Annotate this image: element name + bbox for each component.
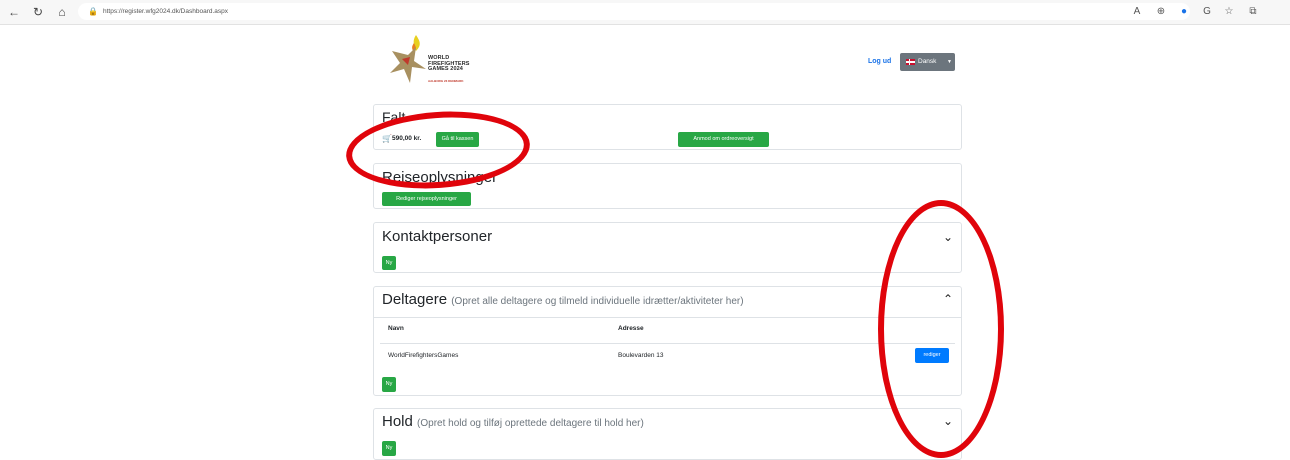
collections-icon[interactable]: ⧉ [1246,5,1260,19]
wfg-logo: WORLD FIREFIGHTERS GAMES 2024 AALBORG 23… [386,33,501,85]
back-icon[interactable]: ← [6,4,22,20]
participant-name: WorldFirefightersGames [388,352,459,359]
address-url: https://register.wfg2024.dk/Dashboard.as… [103,8,229,15]
logout-link[interactable]: Log ud [868,58,891,65]
extension-icon[interactable]: ● [1177,5,1191,19]
contacts-card: Kontaktpersoner ⌄ Ny [373,222,962,273]
participants-title: Deltagere [382,291,448,308]
translate-icon[interactable]: ⊕ [1154,5,1168,19]
danish-flag-icon [906,59,915,65]
edit-travel-button[interactable]: Rediger rejseoplysninger [382,192,471,206]
home-icon[interactable]: ⌂ [54,4,70,20]
language-label: Dansk [918,58,937,65]
refresh-extension-icon[interactable]: G [1200,5,1214,19]
request-overview-button[interactable]: Anmod om ordreoversigt [678,132,769,147]
favorites-icon[interactable]: ☆ [1222,5,1236,19]
new-participant-button[interactable]: Ny [382,377,396,392]
logo-wordmark: WORLD FIREFIGHTERS GAMES 2024 [428,55,470,73]
logo-tagline: AALBORG 23 DENMARK [428,79,464,83]
teams-card: Hold (Opret hold og tilføj oprettede del… [373,408,962,460]
new-team-button[interactable]: Ny [382,441,396,456]
divider [380,343,955,344]
new-contact-button[interactable]: Ny [382,256,396,270]
lock-icon: 🔒 [88,7,98,16]
column-header-address: Adresse [618,325,644,332]
teams-heading: Hold (Opret hold og tilføj oprettede del… [382,413,644,430]
divider [374,317,961,318]
read-aloud-icon[interactable]: A [1130,5,1144,19]
reload-icon[interactable]: ↻ [30,4,46,20]
participant-address: Boulevarden 13 [618,352,664,359]
teams-title: Hold [382,413,413,430]
teams-subtitle: (Opret hold og tilføj oprettede deltager… [417,418,644,429]
participants-subtitle: (Opret alle deltagere og tilmeld individ… [451,296,744,307]
annotation-oval-chevrons [878,200,1004,458]
language-dropdown[interactable]: Dansk ▼ [900,53,955,71]
contacts-title: Kontaktpersoner [382,228,493,245]
caret-down-icon: ▼ [947,59,952,65]
address-bar[interactable]: 🔒 https://register.wfg2024.dk/Dashboard.… [78,3,1190,20]
column-header-name: Navn [388,325,404,332]
participants-heading: Deltagere (Opret alle deltagere og tilme… [382,291,744,308]
browser-toolbar: ← ↻ ⌂ 🔒 https://register.wfg2024.dk/Dash… [0,0,1290,25]
participants-card: Deltagere (Opret alle deltagere og tilme… [373,286,962,396]
